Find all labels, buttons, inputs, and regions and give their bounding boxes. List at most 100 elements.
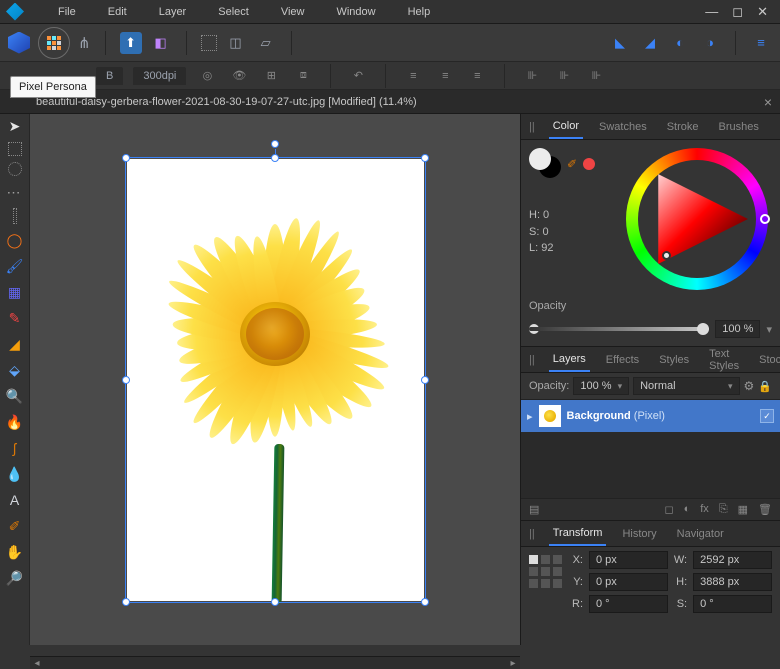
dpi-value[interactable]: 300dpi (133, 67, 186, 85)
tab-brushes[interactable]: Brushes (715, 116, 763, 138)
tab-stroke[interactable]: Stroke (663, 116, 703, 138)
eye-icon[interactable]: 👁 (228, 65, 250, 87)
magnify-tool[interactable]: 🔎 (5, 568, 25, 588)
group-icon[interactable]: ▦ (738, 503, 748, 516)
target-icon[interactable]: ◎ (196, 65, 218, 87)
handle-ne[interactable] (421, 154, 429, 162)
horizontal-scrollbar[interactable]: ◂▸ (30, 656, 520, 669)
tab-b[interactable]: B (96, 67, 123, 85)
eyedropper-icon[interactable]: ✐ (567, 157, 577, 171)
handle-sw[interactable] (122, 598, 130, 606)
maximize-button[interactable]: ◻ (732, 4, 743, 20)
undo-icon[interactable]: ↶ (347, 65, 369, 87)
color-swatches[interactable] (529, 148, 563, 180)
h-field[interactable]: 3888 px (693, 573, 772, 591)
tab-navigator[interactable]: Navigator (673, 523, 728, 545)
upload-icon[interactable]: ⬆ (120, 32, 142, 54)
x-field[interactable]: 0 px (589, 551, 668, 569)
marquee-ellipse-tool[interactable] (8, 162, 22, 176)
menu-window[interactable]: Window (320, 0, 391, 23)
rotate-r-icon[interactable]: ◑ (699, 32, 721, 54)
align-right-icon[interactable]: ≡ (466, 65, 488, 87)
tab-textstyles[interactable]: Text Styles (705, 343, 743, 377)
handle-se[interactable] (421, 598, 429, 606)
tab-layers[interactable]: Layers (549, 348, 590, 372)
more-shapes-icon[interactable]: ⋯ (5, 182, 25, 202)
blur-tool[interactable]: 💧 (5, 464, 25, 484)
menu-help[interactable]: Help (392, 0, 447, 23)
r-field[interactable]: 0 ° (589, 595, 668, 613)
tab-color[interactable]: Color (549, 115, 583, 139)
menu-edit[interactable]: Edit (92, 0, 143, 23)
tab-effects[interactable]: Effects (602, 349, 643, 371)
canvas[interactable] (127, 159, 424, 601)
s-field[interactable]: 0 ° (693, 595, 772, 613)
flip-h-icon[interactable]: ◣ (609, 32, 631, 54)
brush-tool[interactable]: 🖌 (5, 256, 25, 276)
w-field[interactable]: 2592 px (693, 551, 772, 569)
text-tool[interactable]: A (5, 490, 25, 510)
menu-layer[interactable]: Layer (143, 0, 203, 23)
rotate-l-icon[interactable]: ◐ (669, 32, 691, 54)
adjust-icon[interactable]: ◐ (684, 503, 691, 516)
share-icon[interactable]: ⋔ (78, 34, 91, 52)
canvas-area[interactable] (30, 114, 520, 645)
add-icon[interactable]: ⎘ (719, 503, 728, 516)
tab-stock[interactable]: Stock (755, 349, 780, 371)
fill-tool[interactable]: ◢ (5, 334, 25, 354)
rotate-handle[interactable] (271, 140, 279, 148)
bucket-tool[interactable]: ⬙ (5, 360, 25, 380)
handle-w[interactable] (122, 376, 130, 384)
grid-icon[interactable] (201, 35, 217, 51)
rule-icon[interactable]: ▱ (255, 32, 277, 54)
zoom-tool[interactable]: 🔍 (5, 386, 25, 406)
document-close-button[interactable]: × (764, 94, 772, 110)
grid-tool[interactable]: ▦ (5, 282, 25, 302)
distribute-s-icon[interactable]: ⊪ (585, 65, 607, 87)
pixel-persona-button[interactable] (38, 27, 70, 59)
menu-file[interactable]: File (42, 0, 92, 23)
split-icon[interactable]: ◫ (225, 32, 247, 54)
distribute-h-icon[interactable]: ⊪ (521, 65, 543, 87)
pen-tool[interactable]: ✎ (5, 308, 25, 328)
tab-history[interactable]: History (618, 523, 660, 545)
mask-icon[interactable]: ◻ (664, 503, 673, 516)
handle-n[interactable] (271, 154, 279, 162)
layer-opacity-value[interactable]: 100 %▾ (573, 377, 629, 395)
y-field[interactable]: 0 px (589, 573, 668, 591)
autolevel-icon[interactable]: ◧ (150, 32, 172, 54)
tab-transform[interactable]: Transform (549, 522, 607, 546)
freehand-tool[interactable] (13, 208, 17, 224)
move-tool[interactable]: ➤ (5, 116, 25, 136)
color-wheel[interactable] (626, 148, 768, 290)
opacity-value[interactable]: 100 % (715, 320, 760, 338)
crop-icon[interactable]: ⧈ (292, 65, 314, 87)
align-left-icon[interactable]: ≡ (402, 65, 424, 87)
menu-view[interactable]: View (265, 0, 321, 23)
lock-icon[interactable]: 🔒 (758, 380, 772, 393)
minimize-button[interactable]: — (705, 4, 718, 20)
close-button[interactable]: ✕ (757, 4, 768, 20)
flip-v-icon[interactable]: ◢ (639, 32, 661, 54)
tab-styles[interactable]: Styles (655, 349, 693, 371)
distribute-v-icon[interactable]: ⊪ (553, 65, 575, 87)
menu-select[interactable]: Select (202, 0, 265, 23)
anchor-selector[interactable] (529, 555, 562, 588)
burn-tool[interactable]: 🔥 (5, 412, 25, 432)
snap-icon[interactable]: ⊞ (260, 65, 282, 87)
smudge-tool[interactable]: ʃ (5, 438, 25, 458)
align-center-icon[interactable]: ≡ (434, 65, 456, 87)
opacity-slider[interactable] (529, 327, 709, 331)
gear-icon[interactable]: ⚙ (744, 379, 755, 393)
hand-tool[interactable]: ✋ (5, 542, 25, 562)
layer-background[interactable]: ▸ Background (Pixel) ✓ (521, 400, 780, 432)
marquee-rect-tool[interactable] (8, 142, 22, 156)
lasso-tool[interactable]: ◯ (5, 230, 25, 250)
fx-icon[interactable]: fx (700, 503, 709, 516)
align-icon[interactable]: ≡ (750, 32, 772, 54)
trash-icon[interactable]: 🗑 (758, 503, 772, 516)
tab-swatches[interactable]: Swatches (595, 116, 651, 138)
blend-mode-select[interactable]: Normal▾ (633, 377, 739, 395)
layers-stack-icon[interactable]: ▤ (529, 503, 539, 516)
photo-persona-icon[interactable] (8, 32, 30, 54)
